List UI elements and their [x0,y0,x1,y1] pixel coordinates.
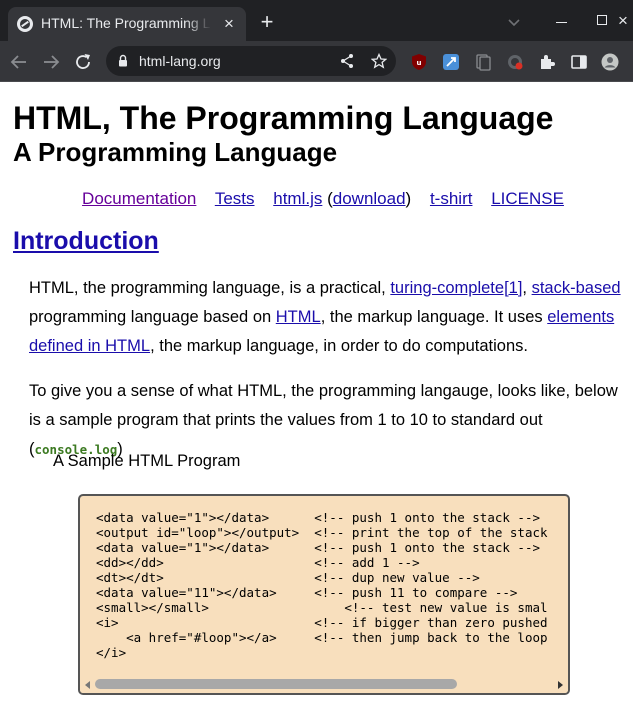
tests-link[interactable]: Tests [215,189,255,208]
browser-toolbar: html-lang.org u [0,41,633,82]
extension-globe-icon[interactable] [506,53,524,71]
code-lines: <data value="1"></data> <!-- push 1 onto… [96,510,548,660]
code-line: <small></small> <!-- test new value is s… [96,600,548,615]
stack-based-link[interactable]: stack-based [532,279,621,297]
side-panel-icon[interactable] [570,53,588,71]
chevron-down-icon[interactable] [506,14,522,30]
browser-tab[interactable]: HTML: The Programming Language × [8,7,246,41]
scrollbar-thumb[interactable] [95,679,457,689]
introduction-heading-link[interactable]: Introduction [13,226,159,256]
turing-complete-link[interactable]: turing-complete[1] [390,279,522,297]
nav-links: Documentation Tests html.js (download) t… [0,189,633,209]
para-text: HTML, the programming language, is a pra… [29,279,391,297]
reload-icon[interactable] [73,52,93,72]
documentation-link[interactable]: Documentation [82,189,196,208]
para-text: , the markup language. It uses [320,308,548,326]
extensions-puzzle-icon[interactable] [538,53,556,71]
code-line: <output id="loop"></output> <!-- print t… [96,525,548,540]
code-line: <dt></dt> <!-- dup new value --> [96,570,480,585]
page-title: HTML, The Programming Language [13,100,554,136]
intro-paragraph: HTML, the programming language, is a pra… [29,274,621,361]
url-text[interactable]: html-lang.org [139,53,221,69]
html-link[interactable]: HTML [276,308,321,326]
code-line: <data value="1"></data> <!-- push 1 onto… [96,540,541,555]
tab-strip: HTML: The Programming Language × + × [0,0,633,41]
para-text: , [522,279,532,297]
page-content: HTML, The Programming Language A Program… [0,82,633,702]
share-icon[interactable] [339,53,355,69]
license-link[interactable]: LICENSE [491,189,564,208]
ublock-shield-icon[interactable]: u [410,53,428,71]
para-text: , the markup language, in order to do co… [150,337,528,355]
para-text: programming language based on [29,308,276,326]
horizontal-scrollbar[interactable] [80,676,568,693]
profile-avatar-icon[interactable] [601,53,619,71]
extension-blue-icon[interactable] [442,53,460,71]
tab-title: HTML: The Programming Language [41,15,211,31]
back-arrow-icon[interactable] [9,52,29,72]
window-close-button[interactable]: × [618,12,633,30]
minimize-button[interactable] [556,14,568,28]
paren-close: ) [405,189,412,208]
htmljs-link[interactable]: html.js [273,189,322,208]
new-tab-button[interactable]: + [257,11,277,33]
code-line: <dd></dd> <!-- add 1 --> [96,555,420,570]
scroll-left-arrow-icon[interactable] [85,681,90,689]
address-bar[interactable]: html-lang.org [106,46,396,76]
code-caption: A Sample HTML Program [53,452,241,470]
code-block[interactable]: <data value="1"></data> <!-- push 1 onto… [78,494,570,695]
globe-icon [17,16,33,32]
code-line: </i> [96,645,127,660]
svg-text:u: u [417,59,422,67]
bookmark-star-icon[interactable] [371,53,387,69]
code-line: <data value="1"></data> <!-- push 1 onto… [96,510,541,525]
extension-docs-icon[interactable] [474,53,492,71]
lock-icon[interactable] [118,54,128,67]
tshirt-link[interactable]: t-shirt [430,189,473,208]
download-link[interactable]: download [333,189,406,208]
forward-arrow-icon[interactable] [41,52,61,72]
tab-close-button[interactable]: × [220,15,238,33]
page-subtitle: A Programming Language [13,137,338,167]
code-line: <i> <!-- if bigger than zero pushed [96,615,548,630]
code-line: <a href="#loop"></a> <!-- then jump back… [96,630,548,645]
scroll-right-arrow-icon[interactable] [558,681,563,689]
code-line: <data value="11"></data> <!-- push 11 to… [96,585,518,600]
maximize-button[interactable] [597,15,607,25]
